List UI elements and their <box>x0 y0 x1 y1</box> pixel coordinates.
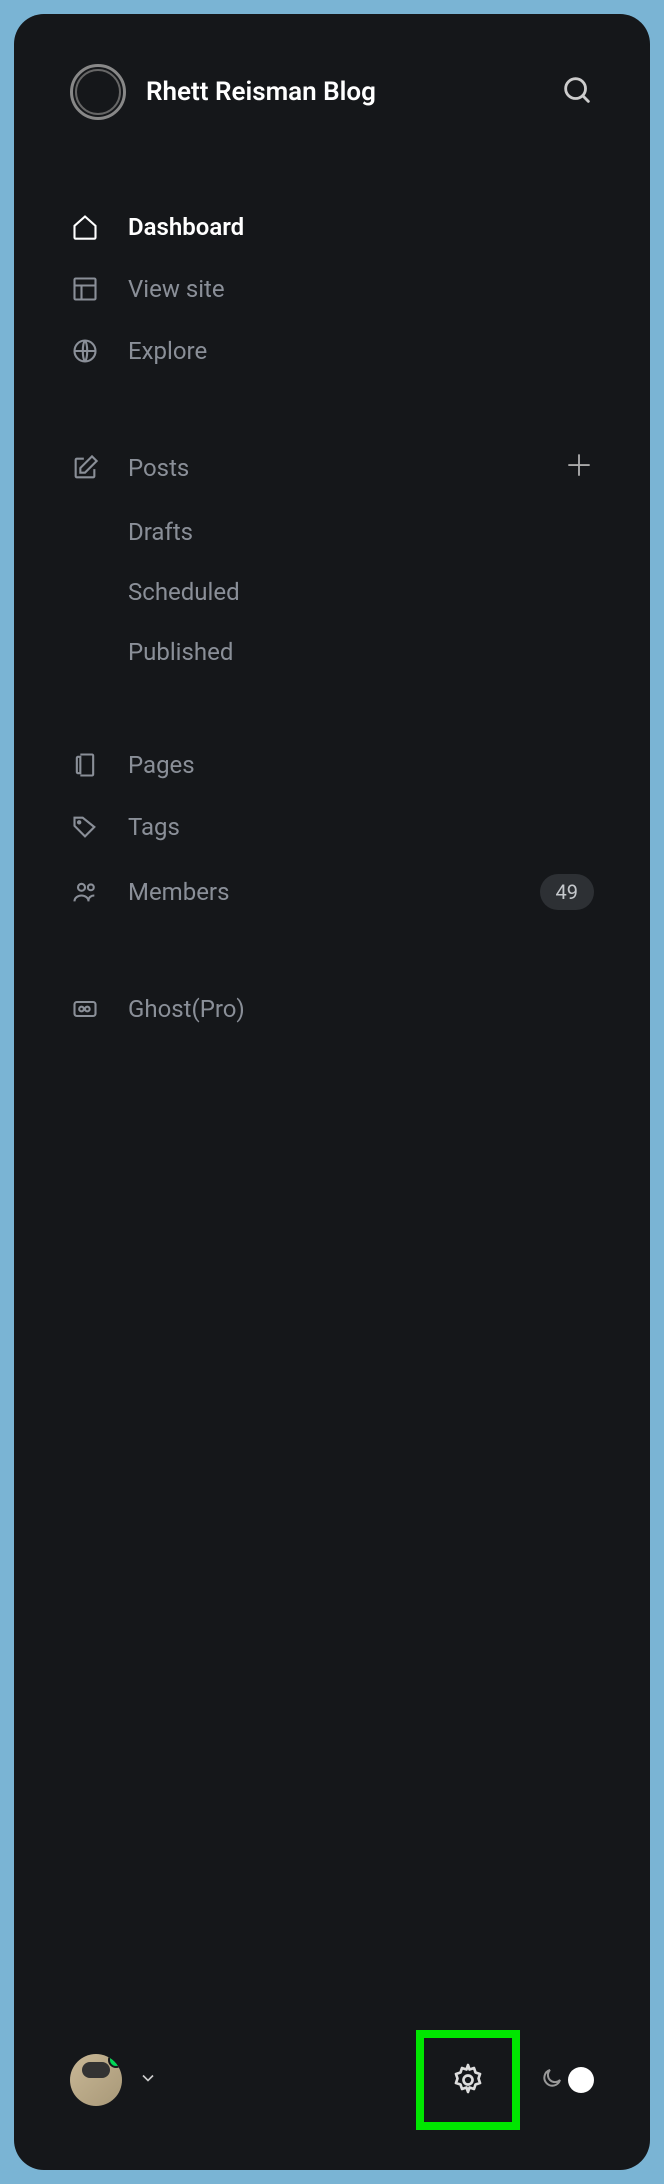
nav-label: Explore <box>128 337 207 365</box>
nav-label: Tags <box>128 813 180 841</box>
site-identity[interactable]: Rhett Reisman Blog <box>70 64 376 120</box>
theme-toggle[interactable] <box>540 2066 594 2094</box>
nav-scheduled[interactable]: Scheduled <box>50 566 614 618</box>
nav-view-site[interactable]: View site <box>50 262 614 316</box>
gear-icon <box>450 2062 486 2098</box>
members-count-badge: 49 <box>540 874 594 910</box>
moon-icon <box>540 2066 564 2094</box>
nav-drafts[interactable]: Drafts <box>50 506 614 558</box>
footer <box>50 2030 614 2130</box>
nav-label: Ghost(Pro) <box>128 995 245 1023</box>
pages-icon <box>70 750 100 780</box>
nav-pages[interactable]: Pages <box>50 738 614 792</box>
site-logo-icon <box>70 64 126 120</box>
site-title: Rhett Reisman Blog <box>146 77 376 107</box>
settings-button[interactable] <box>416 2030 520 2130</box>
user-menu[interactable] <box>70 2054 158 2106</box>
status-dot-online <box>108 2054 122 2068</box>
nav-label: View site <box>128 275 225 303</box>
nav-tags[interactable]: Tags <box>50 800 614 854</box>
nav-label: Pages <box>128 751 195 779</box>
avatar <box>70 2054 122 2106</box>
nav-label: Members <box>128 878 229 906</box>
chevron-down-icon <box>138 2068 158 2092</box>
nav-published[interactable]: Published <box>50 626 614 678</box>
nav-ghostpro-section: Ghost(Pro) <box>50 982 614 1036</box>
nav-posts-section: Posts Drafts Scheduled Published <box>50 438 614 678</box>
nav-label: Dashboard <box>128 213 244 241</box>
edit-icon <box>70 453 100 483</box>
nav-posts[interactable]: Posts <box>50 438 614 498</box>
nav-label: Posts <box>128 454 189 482</box>
card-icon <box>70 994 100 1024</box>
search-icon[interactable] <box>560 73 594 111</box>
members-icon <box>70 877 100 907</box>
plus-icon[interactable] <box>564 450 594 486</box>
layout-icon <box>70 274 100 304</box>
toggle-knob <box>568 2067 594 2093</box>
home-icon <box>70 212 100 242</box>
header: Rhett Reisman Blog <box>50 64 614 120</box>
footer-actions <box>416 2030 594 2130</box>
nav-primary: Dashboard View site Explore <box>50 200 614 378</box>
nav-dashboard[interactable]: Dashboard <box>50 200 614 254</box>
nav-ghost-pro[interactable]: Ghost(Pro) <box>50 982 614 1036</box>
globe-icon <box>70 336 100 366</box>
nav-explore[interactable]: Explore <box>50 324 614 378</box>
sidebar-panel: Rhett Reisman Blog Dashboard View site E… <box>14 14 650 2170</box>
nav-content-section: Pages Tags Members 49 <box>50 738 614 922</box>
tag-icon <box>70 812 100 842</box>
nav-members[interactable]: Members 49 <box>50 862 614 922</box>
